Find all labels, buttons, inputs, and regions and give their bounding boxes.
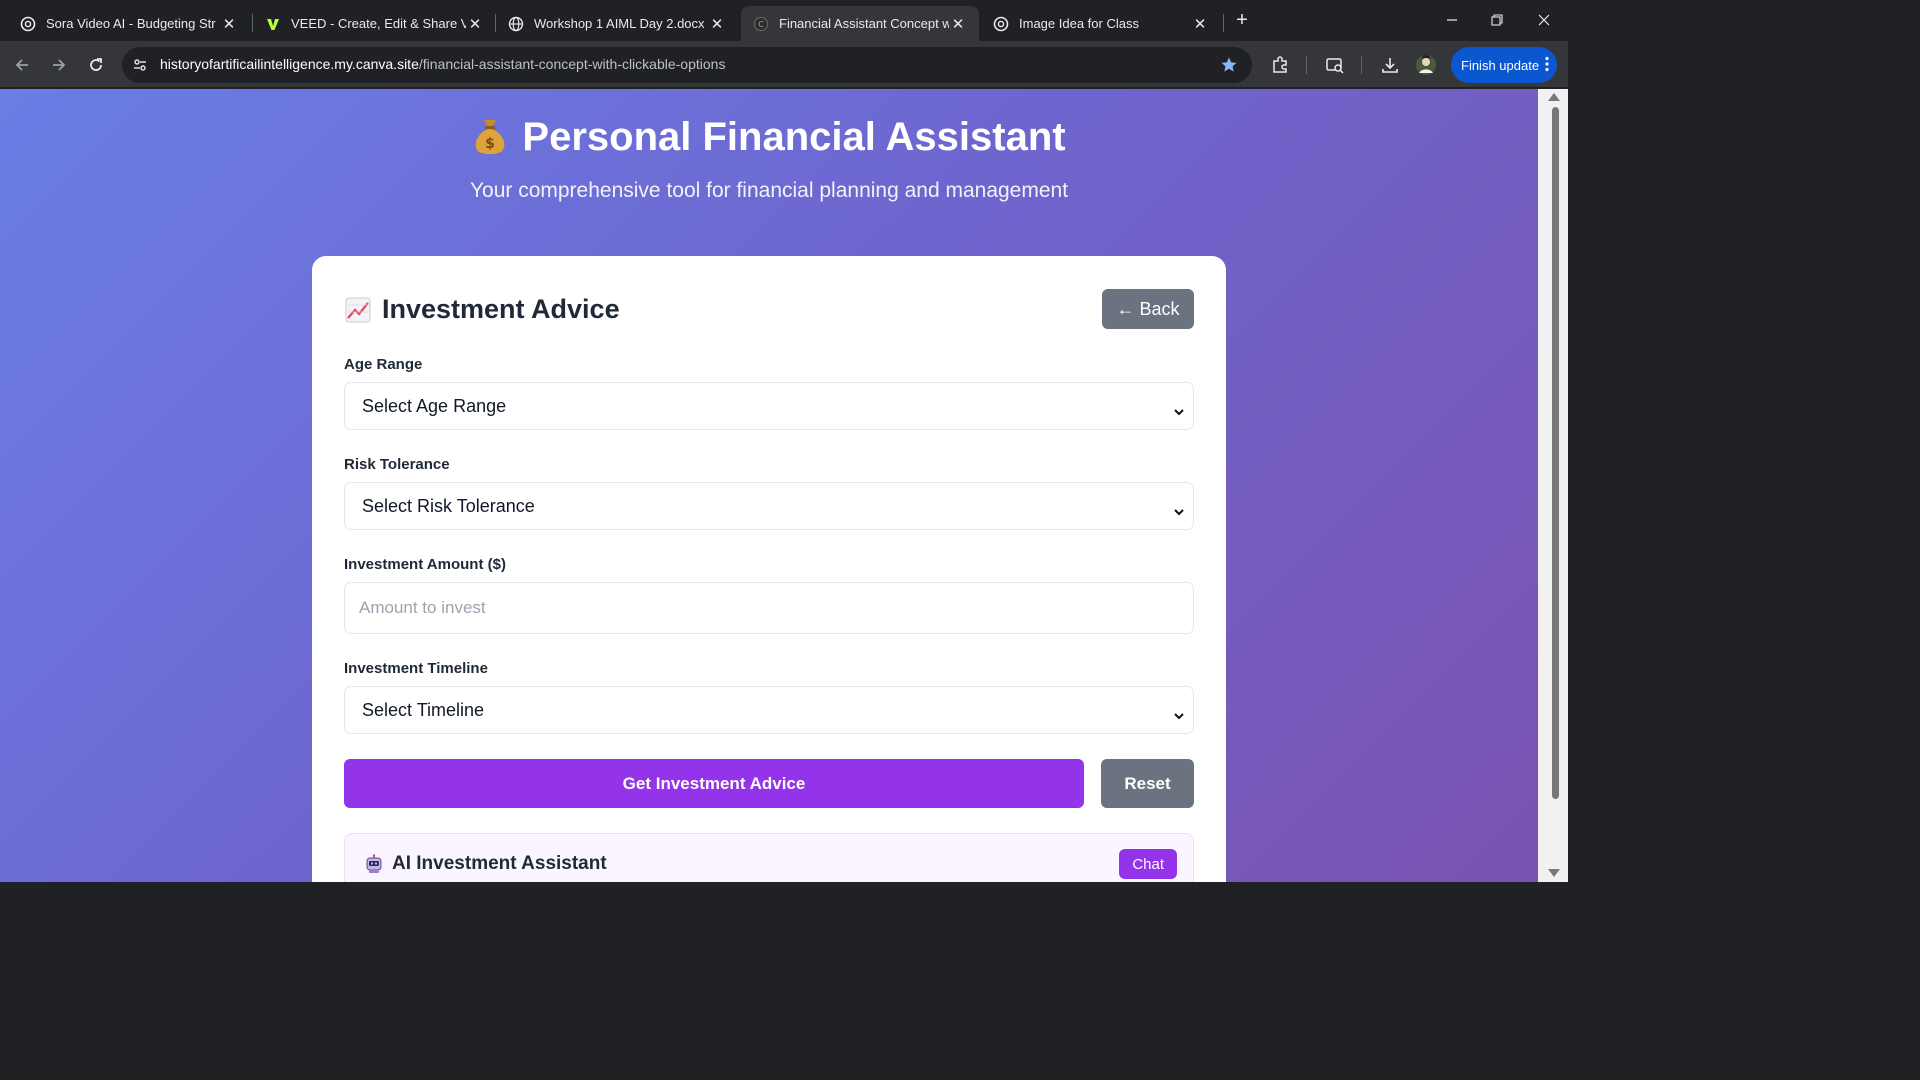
- close-tab-icon[interactable]: ✕: [949, 15, 967, 33]
- chevron-down-icon: [1173, 501, 1185, 522]
- close-tab-icon[interactable]: ✕: [466, 15, 484, 33]
- reload-icon[interactable]: [82, 51, 110, 79]
- card-title-text: Investment Advice: [382, 294, 620, 324]
- tab-title: Sora Video AI - Budgeting Str: [46, 16, 216, 31]
- page-title-text: Personal Financial Assistant: [522, 115, 1066, 159]
- close-tab-icon[interactable]: ✕: [708, 15, 726, 33]
- reset-button[interactable]: Reset: [1101, 759, 1194, 808]
- browser-tab-financial-assistant[interactable]: C Financial Assistant Concept witl ✕: [741, 6, 979, 41]
- ai-assistant-title: AI Investment Assistant: [392, 853, 607, 874]
- chart-increasing-icon: [344, 296, 372, 324]
- svg-text:$: $: [486, 136, 496, 152]
- investment-advice-card: Investment Advice ← Back Age Range Selec…: [312, 256, 1226, 882]
- new-tab-button[interactable]: +: [1230, 8, 1254, 32]
- site-info-icon[interactable]: [132, 57, 148, 78]
- tab-title: Financial Assistant Concept witl: [779, 16, 949, 31]
- extensions-icon[interactable]: [1268, 53, 1292, 77]
- canva-icon: C: [753, 16, 769, 32]
- ai-assistant-panel: AI Investment Assistant Chat: [344, 833, 1194, 882]
- page-title: $ Personal Financial Assistant: [0, 115, 1538, 166]
- browser-tab-image-idea[interactable]: Image Idea for Class ✕: [981, 6, 1221, 41]
- tab-title: Image Idea for Class: [1019, 16, 1139, 31]
- risk-tolerance-value: Select Risk Tolerance: [362, 495, 535, 516]
- tab-search-icon[interactable]: [1323, 53, 1347, 77]
- globe-icon: [508, 16, 524, 32]
- bookmark-star-icon[interactable]: [1220, 56, 1238, 79]
- investment-timeline-value: Select Timeline: [362, 699, 485, 720]
- page-viewport: $ Personal Financial Assistant Your comp…: [0, 89, 1538, 882]
- openai-icon: [20, 16, 36, 32]
- page-scrollbar[interactable]: [1538, 89, 1568, 882]
- investment-amount-input[interactable]: Amount to invest: [344, 582, 1194, 634]
- close-tab-icon[interactable]: ✕: [1191, 15, 1209, 33]
- chevron-down-icon: [1173, 401, 1185, 422]
- risk-tolerance-label: Risk Tolerance: [344, 456, 450, 473]
- card-title: Investment Advice: [344, 294, 620, 325]
- toolbar-divider: [1361, 56, 1362, 74]
- scroll-down-arrow-icon[interactable]: [1548, 869, 1560, 877]
- more-menu-icon[interactable]: [1545, 56, 1549, 75]
- page-subtitle: Your comprehensive tool for financial pl…: [469, 179, 1069, 202]
- chat-button[interactable]: Chat: [1119, 849, 1177, 879]
- download-icon[interactable]: [1378, 53, 1402, 77]
- scroll-up-arrow-icon[interactable]: [1548, 93, 1560, 101]
- browser-tab-sora[interactable]: Sora Video AI - Budgeting Str ✕: [0, 6, 250, 41]
- profile-avatar[interactable]: [1414, 53, 1438, 77]
- forward-nav-icon[interactable]: [45, 51, 73, 79]
- tab-divider: [1223, 14, 1224, 32]
- browser-tab-workshop[interactable]: Workshop 1 AIML Day 2.docx ✕: [496, 6, 738, 41]
- investment-amount-label: Investment Amount ($): [344, 556, 506, 573]
- investment-timeline-label: Investment Timeline: [344, 660, 488, 677]
- openai-icon: [993, 16, 1009, 32]
- scrollbar-thumb[interactable]: [1552, 107, 1559, 799]
- investment-timeline-select[interactable]: Select Timeline: [344, 686, 1194, 734]
- restore-button[interactable]: [1477, 6, 1517, 34]
- svg-text:C: C: [758, 20, 764, 29]
- tab-strip: Sora Video AI - Budgeting Str ✕ VEED - C…: [0, 0, 1568, 41]
- finish-update-button[interactable]: Finish update: [1451, 47, 1557, 83]
- close-window-button[interactable]: [1524, 6, 1564, 34]
- browser-tab-veed[interactable]: VEED - Create, Edit & Share Vid ✕: [253, 6, 496, 41]
- address-bar[interactable]: historyofartificailintelligence.my.canva…: [122, 47, 1252, 83]
- age-range-value: Select Age Range: [362, 395, 507, 416]
- close-tab-icon[interactable]: ✕: [220, 15, 238, 33]
- age-range-select[interactable]: Select Age Range: [344, 382, 1194, 430]
- browser-toolbar: historyofartificailintelligence.my.canva…: [0, 41, 1568, 88]
- back-button[interactable]: ← Back: [1102, 289, 1194, 329]
- back-nav-icon[interactable]: [8, 51, 36, 79]
- risk-tolerance-select[interactable]: Select Risk Tolerance: [344, 482, 1194, 530]
- money-bag-icon: $: [472, 116, 508, 166]
- ai-assistant-header: AI Investment Assistant: [364, 853, 607, 875]
- chevron-down-icon: [1173, 705, 1185, 726]
- toolbar-divider: [1306, 56, 1307, 74]
- tab-title: Workshop 1 AIML Day 2.docx: [534, 16, 705, 31]
- get-investment-advice-button[interactable]: Get Investment Advice: [344, 759, 1084, 808]
- age-range-label: Age Range: [344, 356, 423, 373]
- robot-icon: [364, 854, 384, 874]
- url-text: historyofartificailintelligence.my.canva…: [160, 56, 726, 72]
- finish-update-label: Finish update: [1461, 57, 1540, 73]
- veed-icon: [265, 16, 281, 32]
- tab-title: VEED - Create, Edit & Share Vid: [291, 16, 466, 31]
- investment-amount-placeholder: Amount to invest: [359, 598, 486, 617]
- minimize-button[interactable]: [1432, 6, 1472, 34]
